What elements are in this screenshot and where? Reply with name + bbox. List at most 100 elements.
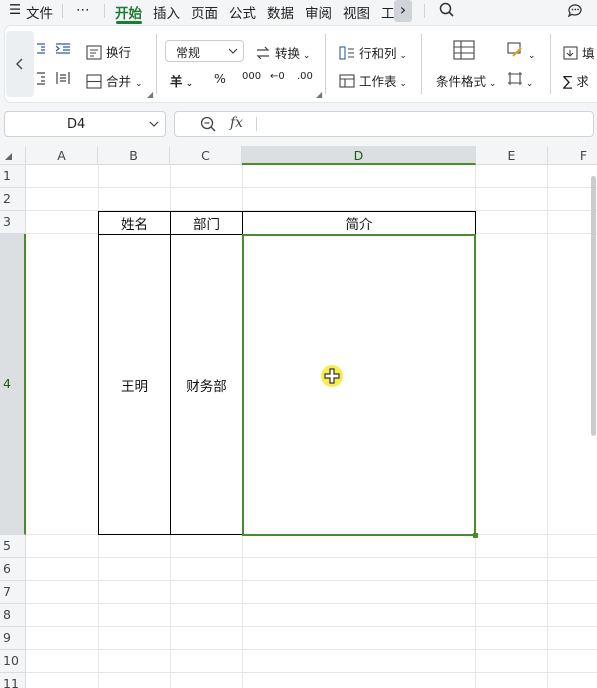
dialog-launcher-icon[interactable]: ◢ [147,90,153,99]
chevron-down-icon: ⌄ [523,79,534,89]
select-all-corner[interactable] [0,146,26,165]
decrease-decimal-icon: .00 [297,71,313,82]
chevron-down-icon: ⌄ [300,51,311,61]
column-header-f[interactable]: F [548,146,597,165]
row-header-8[interactable]: 8 [0,604,26,627]
row-header-3[interactable]: 3 [0,211,26,234]
chevron-down-icon: ⌄ [182,79,194,89]
indent-left-icon[interactable] [36,42,46,59]
fill-handle[interactable] [473,533,478,538]
border-button[interactable]: ⌄ [507,71,533,89]
tab-tools[interactable]: 工 [381,2,395,22]
tab-insert[interactable]: 插入 [153,2,180,22]
header-cell-intro[interactable]: 简介 [242,211,476,235]
column-header-a[interactable]: A [26,146,98,165]
name-box[interactable]: D4 [4,111,166,137]
worksheet-button[interactable]: 工作表 ⌄ [339,71,407,90]
search-icon[interactable] [438,1,456,23]
chevron-down-icon: ⌄ [134,79,143,89]
row-header-1[interactable]: 1 [0,165,26,188]
grid-line [26,580,597,581]
column-header-e[interactable]: E [476,146,548,165]
convert-icon [256,46,270,60]
menu-divider [62,4,63,18]
sum-label: 求 [576,74,589,89]
indent-right-icon[interactable] [55,42,71,59]
ribbon-scroll-left-button[interactable] [6,31,34,97]
wrap-text-button[interactable]: 换行 [86,42,131,61]
increase-decimal-icon: ←0 [270,71,285,82]
ribbon-divider [325,34,326,94]
tab-data[interactable]: 数据 [267,2,294,22]
row-header-10[interactable]: 10 [0,650,26,673]
column-header-c[interactable]: C [170,146,242,165]
formula-bar: fx [174,111,594,137]
spreadsheet-grid[interactable]: A B C D E F 1 2 3 4 5 6 7 8 9 10 11 姓名 部… [0,146,597,688]
convert-button[interactable]: 转换 ⌄ [255,43,310,62]
tab-view[interactable]: 视图 [343,2,370,22]
data-cell-department[interactable]: 财务部 [170,234,243,535]
row-header-2[interactable]: 2 [0,188,26,211]
tab-page[interactable]: 页面 [191,2,218,22]
increase-decimal-button[interactable]: ←0 [270,71,285,82]
header-cell-name[interactable]: 姓名 [98,211,171,235]
menu-divider [104,4,105,18]
zoom-search-icon[interactable] [199,115,217,137]
insert-function-button[interactable]: fx [230,115,243,131]
vertical-scrollbar[interactable] [591,176,596,436]
file-menu[interactable]: 文件 [26,2,53,22]
conditional-format-button[interactable]: 条件格式 ⌄ [436,71,496,90]
chevron-down-icon: ⌄ [396,51,407,61]
grid-line [26,187,597,188]
fill-button[interactable]: 填 [563,43,595,62]
tabs-scroll-right-button[interactable]: › [394,0,412,22]
merge-cells-button[interactable]: 合并 ⌄ [86,71,143,90]
chevron-down-icon: ⌄ [486,79,497,89]
number-format-select[interactable]: 常规 [165,40,244,62]
rows-columns-button[interactable]: 行和列 ⌄ [339,43,407,62]
column-header-d[interactable]: D [242,146,476,165]
worksheet-label: 工作表 [358,74,397,89]
row-header-7[interactable]: 7 [0,581,26,604]
rows-columns-label: 行和列 [358,46,397,61]
tab-home[interactable]: 开始 [115,2,142,22]
row-header-6[interactable]: 6 [0,558,26,581]
cell-cursor-icon [324,368,340,384]
distributed-align-icon[interactable] [55,70,71,89]
more-menu-button[interactable]: ⋯ [76,2,90,18]
data-cell-name[interactable]: 王明 [98,234,171,535]
chevron-down-icon [149,121,159,127]
column-header-b[interactable]: B [98,146,170,165]
tab-review[interactable]: 审阅 [305,2,332,22]
header-cell-department[interactable]: 部门 [170,211,243,235]
grid-line [26,626,597,627]
decrease-decimal-button[interactable]: .00 [297,71,313,82]
thousands-separator-button[interactable]: 000 [242,71,261,82]
cell-style-button[interactable]: ⌄ [507,42,535,61]
row-header-11[interactable]: 11 [0,673,26,688]
comment-icon[interactable] [566,1,584,23]
grid-line [26,672,597,673]
formula-divider [256,117,257,131]
sum-button[interactable]: ∑ 求 [563,71,589,90]
wrap-text-icon [86,45,102,60]
tab-formula[interactable]: 公式 [229,2,256,22]
percent-button[interactable]: % [214,71,226,86]
grid-line [26,649,597,650]
row-header-4[interactable]: 4 [0,234,26,535]
menu-icon[interactable]: ☰ [9,2,21,18]
align-icon[interactable] [36,71,46,88]
currency-format-button[interactable]: 羊 ⌄ [170,71,193,90]
worksheet-icon [339,74,355,88]
row-header-5[interactable]: 5 [0,535,26,558]
fill-label: 填 [581,46,595,61]
dialog-launcher-icon[interactable]: ◢ [316,90,322,99]
currency-icon: 羊 [170,74,183,89]
menu-bar: ☰ 文件 ⋯ 开始 插入 页面 公式 数据 审阅 视图 工 › [0,0,597,24]
chevron-right-icon: › [399,0,407,19]
chevron-down-icon [228,48,238,54]
row-header-9[interactable]: 9 [0,627,26,650]
conditional-format-icon[interactable] [453,40,475,63]
chevron-down-icon: ⌄ [396,79,407,89]
chevron-left-icon [16,58,23,70]
